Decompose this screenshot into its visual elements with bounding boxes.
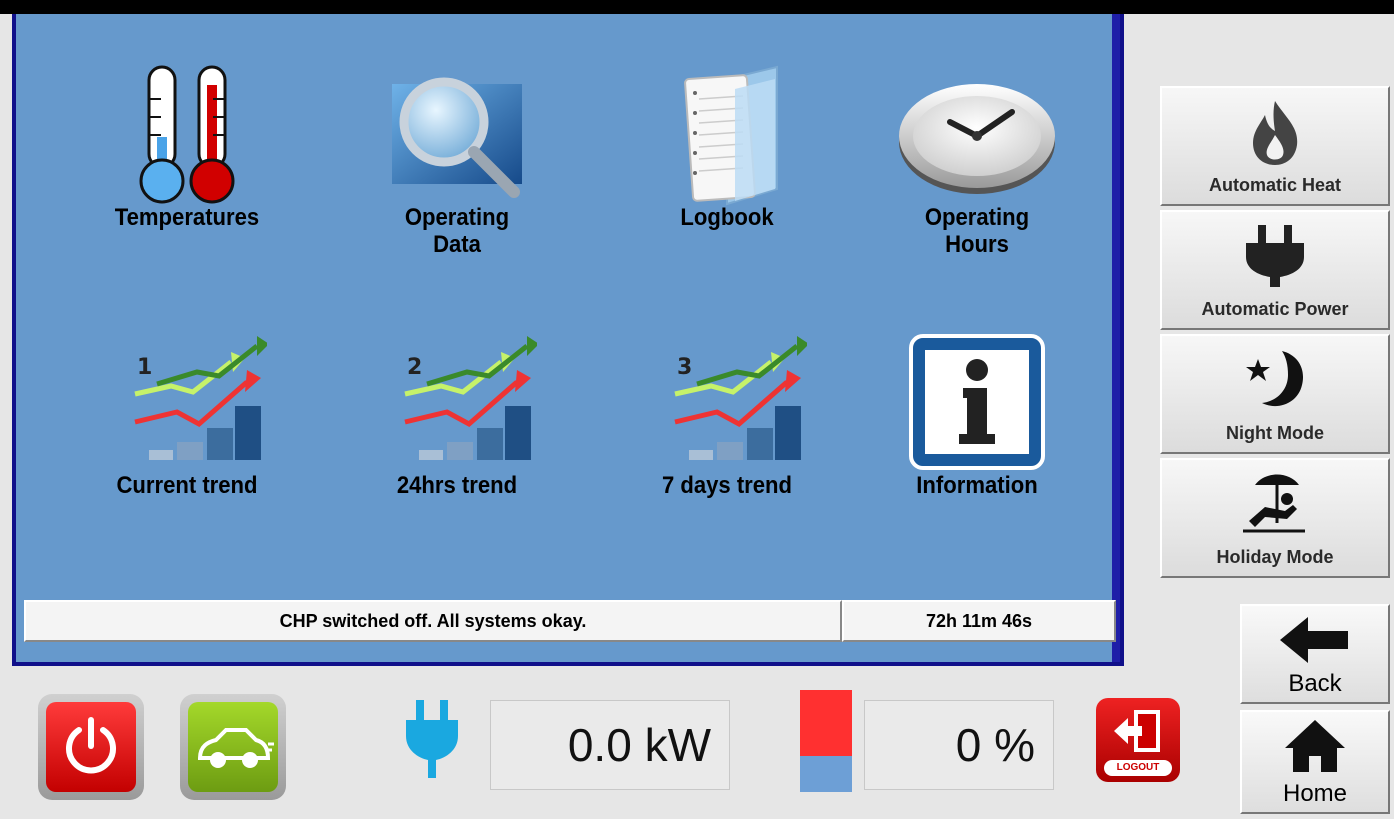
mode-label: Holiday Mode — [1216, 547, 1334, 567]
arrow-left-icon — [1242, 612, 1388, 668]
home-label: Home — [1282, 780, 1348, 807]
level-readout: 0 % — [864, 700, 1054, 790]
trend-number: 1 — [137, 355, 152, 380]
trend-icon: 3 — [612, 332, 842, 472]
mode-label: Automatic Heat — [1208, 175, 1342, 195]
power-plug-icon — [406, 700, 458, 778]
magnifier-icon — [342, 64, 572, 204]
trend-icon: 2 — [342, 332, 572, 472]
info-icon — [862, 332, 1092, 472]
tile-label: Current trend — [116, 472, 258, 499]
holiday-mode-button[interactable]: Holiday Mode — [1160, 458, 1390, 578]
trend-number: 2 — [407, 355, 422, 380]
tile-7days-trend[interactable]: 3 7 days trend — [612, 332, 842, 572]
status-message: CHP switched off. All systems okay. — [24, 600, 842, 642]
home-button[interactable]: Home — [1240, 710, 1390, 814]
logout-door-icon — [1114, 710, 1160, 752]
status-bar: CHP switched off. All systems okay. 72h … — [24, 600, 1116, 642]
back-button[interactable]: Back — [1240, 604, 1390, 704]
mode-label: Night Mode — [1226, 423, 1324, 443]
trend-icon: 1 — [72, 332, 302, 472]
plug-icon — [1162, 220, 1388, 292]
tile-label: 24hrs trend — [396, 472, 518, 499]
trend-number: 3 — [677, 355, 692, 380]
flame-icon — [1162, 96, 1388, 168]
thermometer-icon — [72, 64, 302, 204]
ev-charging-button[interactable] — [180, 694, 286, 800]
tile-label: Operating Hours — [924, 204, 1030, 258]
house-icon — [1242, 718, 1388, 774]
tile-logbook[interactable]: Logbook — [612, 64, 842, 304]
tile-label: 7 days trend — [661, 472, 793, 499]
automatic-power-button[interactable]: Automatic Power — [1160, 210, 1390, 330]
moon-icon — [1162, 344, 1388, 416]
logout-button[interactable]: LOGOUT — [1096, 698, 1180, 782]
power-button[interactable] — [38, 694, 144, 800]
tile-label: Temperatures — [114, 204, 260, 231]
tile-label: Operating Data — [404, 204, 510, 258]
mode-label: Automatic Power — [1201, 299, 1349, 319]
top-border — [0, 0, 1394, 14]
tile-information[interactable]: Information — [862, 332, 1092, 572]
level-gauge — [800, 690, 852, 792]
panel-right-border — [1112, 14, 1120, 662]
level-gauge-fill — [800, 690, 852, 756]
logbook-icon — [612, 64, 842, 206]
tile-label: Logbook — [680, 204, 774, 231]
night-mode-button[interactable]: Night Mode — [1160, 334, 1390, 454]
power-readout: 0.0 kW — [490, 700, 730, 790]
logout-label: LOGOUT — [1104, 760, 1172, 776]
tile-operating-hours[interactable]: Operating Hours — [862, 64, 1092, 304]
main-panel: Temperatures Operating Data Logbook Oper… — [12, 14, 1124, 666]
power-icon — [66, 717, 116, 774]
tile-label: Information — [916, 472, 1038, 499]
tile-temperatures[interactable]: Temperatures — [72, 64, 302, 304]
automatic-heat-button[interactable]: Automatic Heat — [1160, 86, 1390, 206]
tile-operating-data[interactable]: Operating Data — [342, 64, 572, 304]
runtime-display: 72h 11m 46s — [842, 600, 1116, 642]
beach-icon — [1162, 468, 1388, 540]
clock-icon — [862, 64, 1092, 204]
tile-24hrs-trend[interactable]: 2 24hrs trend — [342, 332, 572, 572]
ev-car-icon — [197, 728, 274, 768]
tile-current-trend[interactable]: 1 Current trend — [72, 332, 302, 572]
back-label: Back — [1288, 670, 1342, 697]
